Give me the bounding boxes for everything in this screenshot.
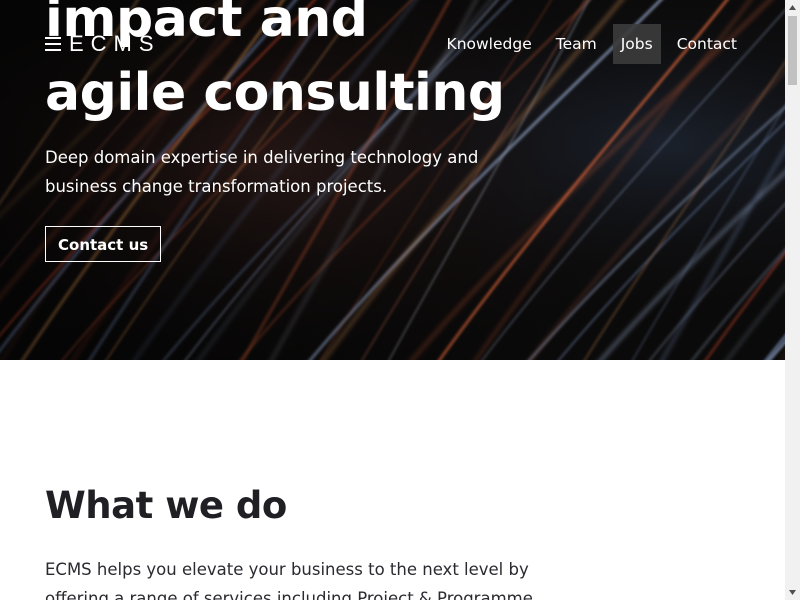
ecms-logo-link[interactable]: ECMS: [45, 31, 161, 57]
scroll-up-arrow-icon[interactable]: [785, 0, 800, 15]
hero-title: impact and agile consulting: [45, 0, 565, 130]
hero-section: impact and agile consulting ECMS Knowled…: [0, 0, 785, 360]
what-we-do-section: What we do ECMS helps you elevate your b…: [0, 360, 785, 600]
main-nav: Knowledge Team Jobs Contact: [431, 24, 745, 64]
page: impact and agile consulting ECMS Knowled…: [0, 0, 785, 600]
logo-text: ECMS: [69, 31, 161, 56]
page-scrollbar[interactable]: [785, 0, 800, 600]
nav-item-contact[interactable]: Contact: [669, 24, 745, 64]
nav-item-team[interactable]: Team: [548, 24, 605, 64]
hero-title-line-2: agile consulting: [45, 63, 505, 123]
scroll-down-arrow-icon[interactable]: [785, 585, 800, 600]
nav-item-jobs[interactable]: Jobs: [612, 24, 661, 64]
browser-viewport: impact and agile consulting ECMS Knowled…: [0, 0, 800, 600]
ecms-logo-icon: [45, 35, 61, 53]
nav-item-knowledge[interactable]: Knowledge: [439, 24, 540, 64]
scrollbar-thumb[interactable]: [788, 16, 797, 85]
what-we-do-title: What we do: [45, 484, 287, 527]
hero-description: Deep domain expertise in delivering tech…: [45, 148, 479, 196]
contact-us-button[interactable]: Contact us: [45, 226, 162, 262]
what-we-do-text: ECMS helps you elevate your business to …: [45, 560, 533, 600]
